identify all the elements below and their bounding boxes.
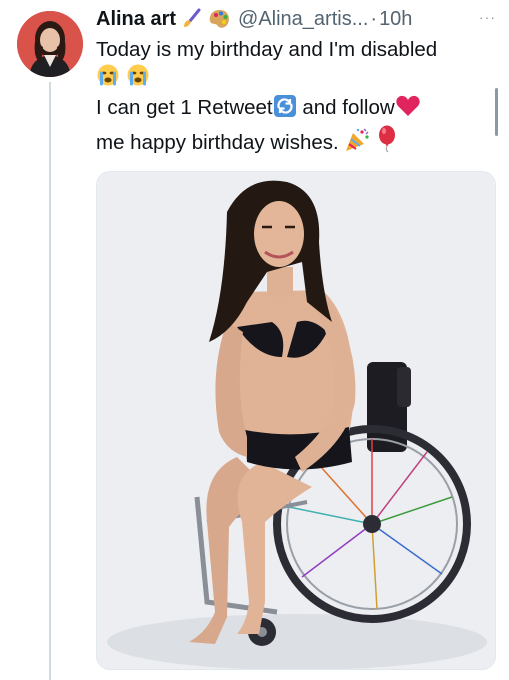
party-popper-icon [344, 127, 370, 160]
tweet-text-line-1: Today is my birthday and I'm disabled [96, 38, 438, 61]
tweet-text-retweet-phrase: I can get 1 Retweet [96, 96, 273, 119]
thread-line [49, 82, 51, 680]
paintbrush-emoji-icon [180, 8, 202, 30]
tweet-text: Today is my birthday and I'm disabled I … [96, 37, 496, 160]
tweet-text-line-4: me happy birthday wishes. [96, 125, 496, 160]
author-handle[interactable]: @Alina_artis... [238, 8, 368, 31]
photo-woman-in-wheelchair [97, 172, 495, 669]
author-name[interactable]: Alina art [96, 8, 176, 31]
tweet: Alina art @Alina_artis... · 10h ··· Toda… [96, 5, 496, 160]
tweet-timestamp[interactable]: 10h [379, 8, 412, 31]
tweet-text-follow-phrase: and follow [302, 96, 395, 119]
tweet-text-line-3: I can get 1 Retweet and follow [96, 94, 496, 125]
separator-dot: · [370, 7, 378, 30]
palette-emoji-icon [208, 8, 232, 30]
crying-face-icon [126, 63, 150, 94]
scrollbar[interactable] [495, 88, 498, 136]
retweet-icon [273, 94, 297, 125]
red-heart-icon [395, 94, 421, 125]
tweet-header: Alina art @Alina_artis... · 10h [96, 5, 496, 33]
crying-face-icon [96, 63, 120, 94]
more-options-icon[interactable]: ··· [479, 9, 496, 25]
avatar[interactable] [17, 11, 83, 77]
avatar-image [17, 11, 83, 77]
tweet-text-wishes-phrase: me happy birthday wishes. [96, 131, 339, 154]
balloon-icon [376, 125, 398, 160]
tweet-media-image[interactable] [96, 171, 496, 670]
tweet-text-line-2 [96, 63, 496, 94]
